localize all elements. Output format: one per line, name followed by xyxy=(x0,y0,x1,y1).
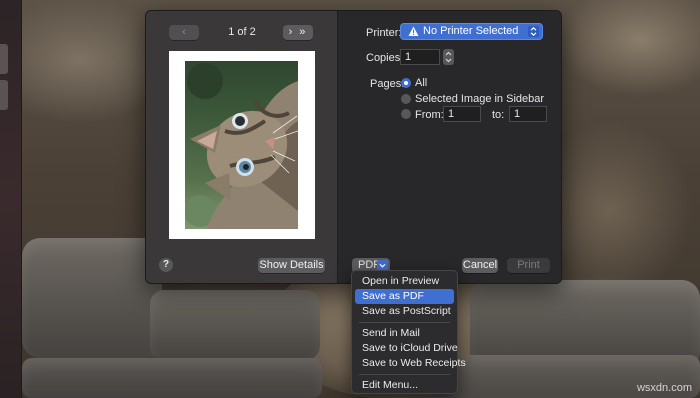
menu-item-send-in-mail[interactable]: Send in Mail xyxy=(355,326,454,341)
menu-divider xyxy=(359,322,450,323)
printer-value: No Printer Selected xyxy=(423,25,519,37)
copies-field[interactable]: 1 xyxy=(400,49,440,65)
show-details-button[interactable]: Show Details xyxy=(258,258,325,273)
pages-all-label: All xyxy=(415,77,428,89)
watermark: wsxdn.com xyxy=(636,382,692,394)
pdf-dropdown-menu: Open in Preview Save as PDF Save as Post… xyxy=(351,270,466,394)
print-dialog: ‹ 1 of 2 › » ? Show Details Printer: No … xyxy=(145,10,562,284)
pages-from-field[interactable]: 1 xyxy=(443,106,481,122)
page-counter: 1 of 2 xyxy=(228,26,256,38)
print-button[interactable]: Print xyxy=(507,258,550,273)
previous-page-button[interactable]: ‹ xyxy=(169,25,199,40)
help-button[interactable]: ? xyxy=(159,258,173,272)
menu-item-save-to-web-receipts[interactable]: Save to Web Receipts xyxy=(355,356,466,371)
pages-all-radio[interactable] xyxy=(401,78,411,88)
settings-pane: Printer: No Printer Selected Copies: 1 P… xyxy=(339,11,561,283)
next-page-button[interactable]: › » xyxy=(283,25,313,40)
pages-from-label: From: xyxy=(415,109,444,121)
menu-item-open-in-preview[interactable]: Open in Preview xyxy=(355,274,454,289)
chevron-up-down-icon xyxy=(528,26,539,37)
sidebar-window-edge xyxy=(0,0,22,398)
pages-selected-image-label: Selected Image in Sidebar xyxy=(415,93,545,105)
pages-to-label: to: xyxy=(492,109,505,121)
pages-selected-image-radio[interactable] xyxy=(401,94,411,104)
pages-to-field[interactable]: 1 xyxy=(509,106,547,122)
cancel-button[interactable]: Cancel xyxy=(462,258,498,273)
menu-item-save-to-icloud[interactable]: Save to iCloud Drive xyxy=(355,341,458,356)
sidebar-tab[interactable] xyxy=(0,44,8,74)
menu-divider xyxy=(359,374,450,375)
printer-select[interactable]: No Printer Selected xyxy=(400,23,543,40)
wallpaper-rock xyxy=(22,358,322,398)
menu-item-save-as-postscript[interactable]: Save as PostScript xyxy=(355,304,454,319)
printer-label: Printer: xyxy=(366,27,402,39)
cat-photo-preview xyxy=(185,61,298,229)
menu-item-save-as-pdf[interactable]: Save as PDF xyxy=(355,289,454,304)
cat-photo-image xyxy=(185,63,298,229)
page-preview xyxy=(169,51,315,239)
warning-icon xyxy=(408,26,419,36)
copies-label: Copies: xyxy=(366,52,404,64)
menu-item-edit-menu[interactable]: Edit Menu... xyxy=(355,378,454,393)
copies-stepper[interactable] xyxy=(443,49,454,65)
sidebar-tab[interactable] xyxy=(0,80,8,110)
preview-pane: ‹ 1 of 2 › » ? Show Details xyxy=(146,11,338,283)
wallpaper-rock xyxy=(150,290,320,360)
wallpaper-rock xyxy=(22,238,162,358)
pages-label: Pages: xyxy=(370,78,405,90)
pages-range-radio[interactable] xyxy=(401,109,411,119)
